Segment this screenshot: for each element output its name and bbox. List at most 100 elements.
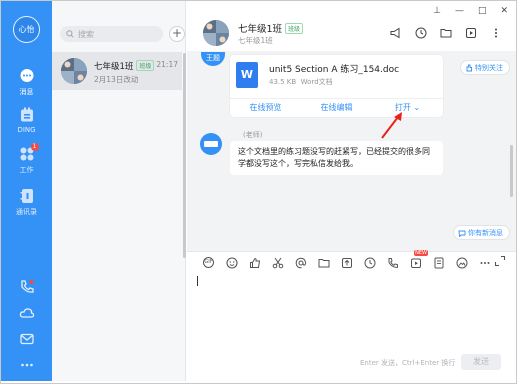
nav-item-mail[interactable] [1,331,52,350]
clock-icon [364,257,375,268]
nav-item-cloud[interactable] [1,305,52,324]
send-button[interactable]: 发送 [461,354,501,370]
window-controls: ⊥ — □ ✕ [433,6,508,16]
scissors-button[interactable] [266,256,289,270]
folder-icon[interactable] [440,27,452,39]
mention-button[interactable] [289,256,312,270]
message-input[interactable]: Enter 发送，Ctrl+Enter 换行 发送 [187,274,516,381]
expand-editor-button[interactable] [494,255,506,267]
clock-button[interactable] [358,256,381,270]
mail-icon [19,331,35,347]
main-nav: 心怡 消息 DING 1 工作 通讯录 [1,1,52,381]
document-icon [434,257,443,268]
search-placeholder: 搜索 [78,29,94,39]
teacher-label: (老师) [243,131,263,139]
minimize-button[interactable]: — [455,6,464,16]
history-icon[interactable] [415,27,427,39]
word-file-icon: W [236,62,258,88]
sender-avatar[interactable]: 王题 [201,52,225,66]
live-icon [410,258,421,268]
my-avatar[interactable]: 心怡 [13,16,40,43]
more-tools-button[interactable] [473,256,496,270]
special-follow-label: 特别关注 [475,63,503,72]
chat-subtitle: 七年级1班 [238,36,273,45]
cloud-icon [19,305,35,321]
nav-item-more[interactable] [1,357,52,376]
file-meta: 43.5 KB Word文档 [269,77,333,87]
new-message-button[interactable]: 你有新消息 [453,225,510,240]
search-icon [66,30,74,38]
folder-upload-icon [318,258,329,267]
search-input[interactable]: 搜索 [60,26,163,42]
live-button[interactable]: NEW [404,249,428,270]
send-hint: Enter 发送，Ctrl+Enter 换行 [360,359,456,367]
add-button[interactable]: + [169,26,185,42]
conversation-list: 搜索 + 七年级1班 班级 21:17 2月13日改动 [52,1,186,381]
scissors-icon [272,257,283,268]
ding-icon [19,107,35,123]
edit-online-button[interactable]: 在线编辑 [301,99,372,117]
maximize-button[interactable]: □ [478,6,487,16]
composer-toolbar: GIF NEW [187,249,516,273]
chat-header-actions [390,27,502,39]
doc-button[interactable] [427,256,450,270]
close-button[interactable]: ✕ [500,6,508,16]
upload-icon [341,257,352,268]
pin-icon[interactable]: ⊥ [433,6,441,16]
file-type: Word文档 [300,78,333,86]
contacts-icon [19,188,35,204]
class-tag: 班级 [136,60,155,71]
chat-scrollbar[interactable] [510,145,513,197]
message-area: 王题 W unit5 Section A 练习_154.doc 43.5 KB … [187,51,516,251]
more-icon[interactable] [490,27,502,39]
file-name: unit5 Section A 练习_154.doc [269,65,400,75]
image-button[interactable] [450,256,473,270]
preview-online-button[interactable]: 在线预览 [230,99,301,117]
expand-icon [494,255,506,267]
nav-item-ding[interactable]: DING [1,107,52,134]
nav-label-messages: 消息 [19,88,34,96]
work-icon: 1 [19,143,39,162]
at-icon [295,257,306,268]
new-message-icon [458,230,466,237]
announcement-icon[interactable] [390,27,402,39]
new-message-label: 你有新消息 [468,228,503,237]
thumbs-up-button[interactable] [243,256,266,270]
file-message[interactable]: W unit5 Section A 练习_154.doc 43.5 KB Wor… [230,55,443,117]
phone-icon [19,279,35,295]
gif-icon: GIF [203,257,214,268]
chat-title: 七年级1班 [238,24,283,35]
gif-button[interactable]: GIF [197,256,220,270]
chat-class-tag: 班级 [285,23,304,34]
file-actions: 在线预览 在线编辑 打开 ⌄ [230,98,443,117]
emoji-button[interactable] [220,256,243,270]
chat-avatar[interactable] [203,20,229,46]
text-caret [197,276,198,286]
call-icon [388,257,398,268]
thumbs-up-icon [249,257,260,268]
video-icon[interactable] [465,27,477,39]
conversation-preview: 2月13日改动 [94,75,139,84]
group-avatar [61,58,87,84]
call-button[interactable] [381,256,404,270]
new-badge: NEW [414,249,428,256]
nav-label-contacts: 通讯录 [16,208,37,216]
special-follow-button[interactable]: 特别关注 [460,60,510,75]
teacher-avatar[interactable] [200,133,222,155]
nav-item-phone[interactable] [1,279,52,298]
nav-item-work[interactable]: 1 工作 [1,143,52,175]
nav-item-contacts[interactable]: 通讯录 [1,188,52,217]
more-dots-icon [19,357,35,373]
nav-item-messages[interactable]: 消息 [1,68,52,97]
image-icon [456,257,467,268]
folder-button[interactable] [312,256,335,270]
emoji-icon [225,256,238,269]
text-message: 这个文档里的练习题没写的赶紧写，已经提交的很多同学都没写这个，写完私信发给我。 [230,141,443,175]
list-scrollbar[interactable] [183,53,186,258]
upload-button[interactable] [335,256,358,270]
conversation-item[interactable]: 七年级1班 班级 21:17 2月13日改动 [52,52,182,90]
chat-pane: ⊥ — □ ✕ 七年级1班 班级 七年级1班 王题 W unit5 Section… [187,1,516,381]
work-badge: 1 [30,143,39,151]
more-horizontal-icon [480,261,489,264]
nav-label-ding: DING [17,126,36,134]
